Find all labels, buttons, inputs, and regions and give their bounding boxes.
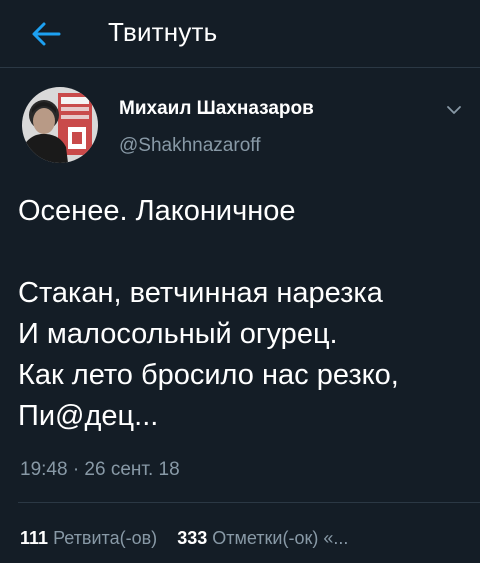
back-button[interactable] [24, 12, 68, 56]
tweet-text: Осенее. Лаконичное Стакан, ветчинная нар… [18, 191, 468, 437]
retweets-label: Ретвита(-ов) [53, 528, 158, 548]
retweets-count: 111 [20, 528, 49, 548]
tweet-line: И малосольный огурец. [18, 318, 338, 350]
tweet-menu-button[interactable] [442, 100, 466, 120]
tweet-line: Как лето бросило нас резко, [18, 359, 399, 391]
likes-stat[interactable]: 333 Отметки(-ок) «... [177, 528, 348, 548]
avatar[interactable] [22, 87, 98, 163]
tweet-line: Стакан, ветчинная нарезка [18, 277, 383, 309]
chevron-down-icon [447, 106, 461, 114]
tweet-stats: 111 Ретвита(-ов) 333 Отметки(-ок) «... [20, 525, 348, 551]
author-name[interactable]: Михаил Шахназаров [119, 96, 314, 122]
tweet-line: Пи@дец... [18, 400, 159, 432]
likes-label: Отметки(-ок) «... [212, 528, 349, 548]
user-avatar-icon [22, 87, 98, 163]
tweet-timestamp: 19:48 · 26 сент. 18 [20, 459, 180, 480]
likes-count: 333 [177, 528, 208, 548]
top-bar: Твитнуть [0, 0, 480, 68]
page-title: Твитнуть [108, 17, 218, 47]
author-handle[interactable]: @Shakhnazaroff [119, 133, 260, 159]
arrow-left-icon [32, 22, 61, 46]
divider [18, 502, 480, 503]
tweet-line: Осенее. Лаконичное [18, 195, 296, 227]
retweets-stat[interactable]: 111 Ретвита(-ов) [20, 528, 162, 548]
